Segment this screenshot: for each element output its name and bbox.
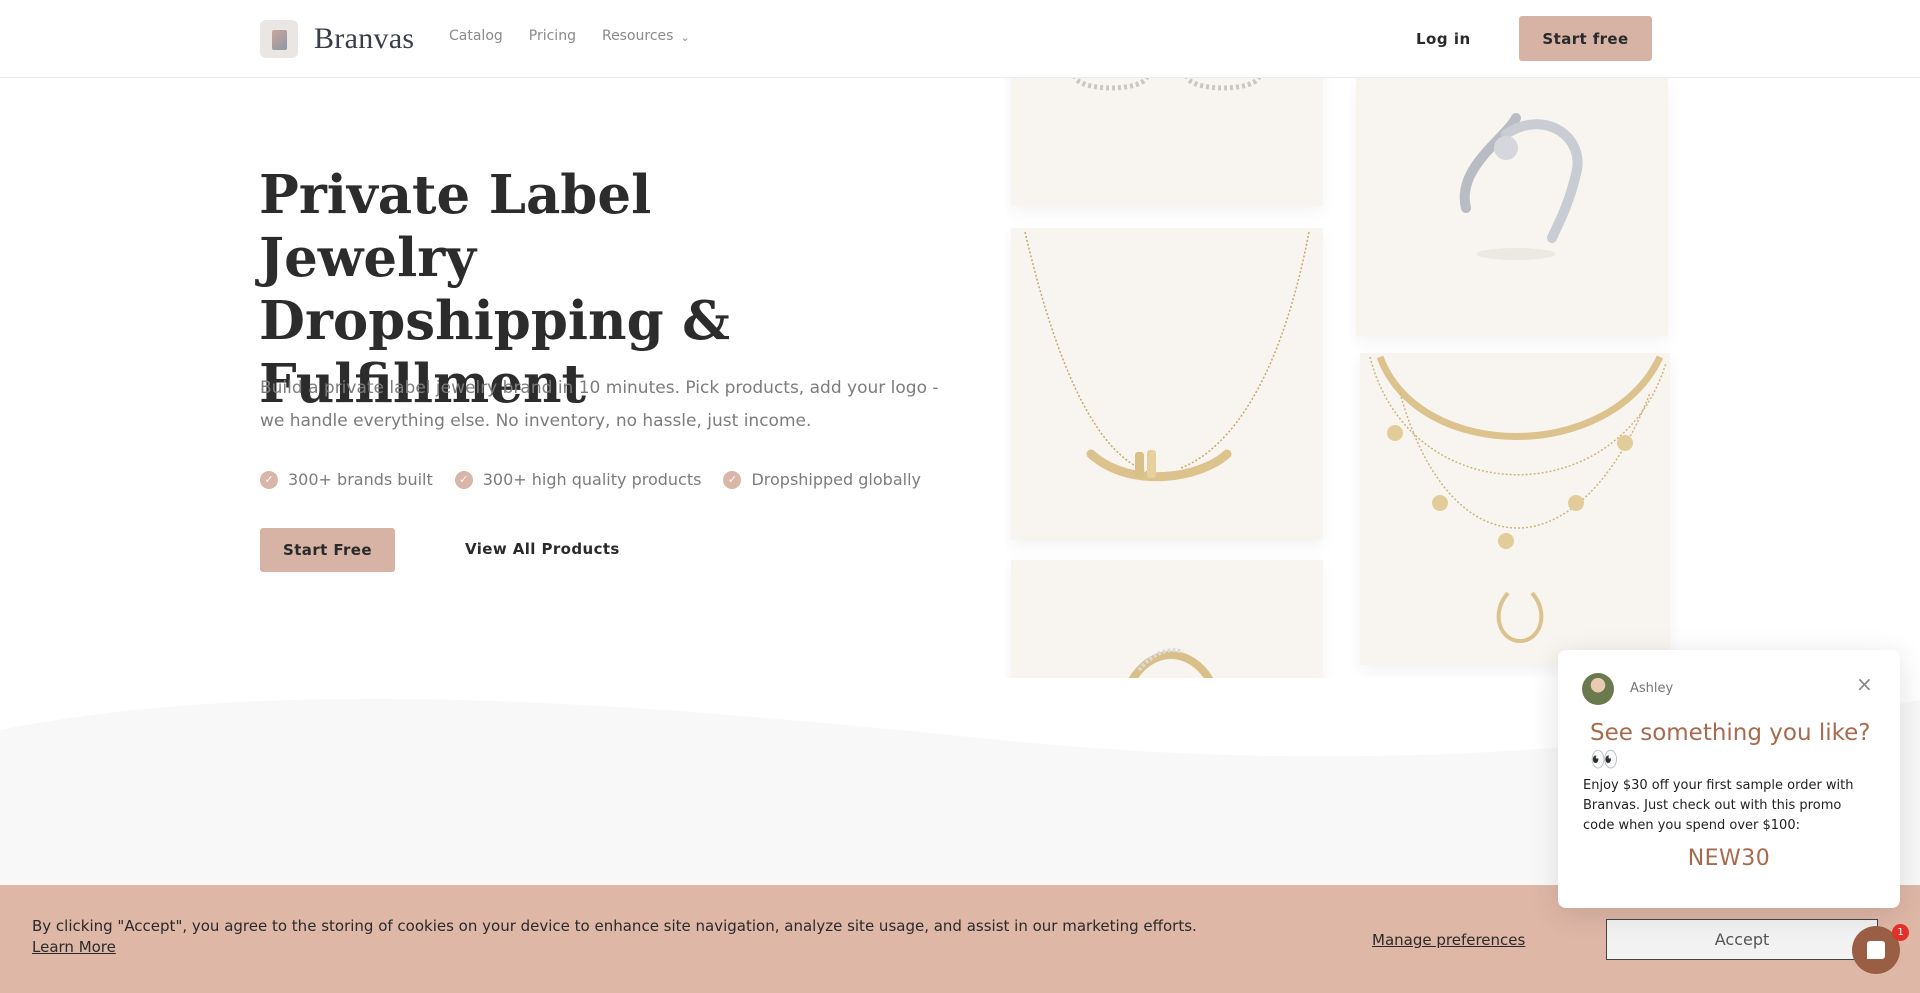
band-ring-icon	[1128, 648, 1214, 678]
cookie-text: By clicking "Accept", you agree to the s…	[32, 916, 1212, 958]
nav-pricing-label: Pricing	[528, 28, 576, 44]
nav-resources[interactable]: Resources ⌄	[602, 28, 690, 44]
product-image-necklace[interactable]	[1011, 228, 1323, 540]
site-header: Branvas Catalog Pricing Resources ⌄ Log i…	[0, 0, 1920, 78]
chat-heading: See something you like? 👀	[1590, 720, 1871, 773]
login-link[interactable]: Log in	[1416, 30, 1471, 48]
notification-badge: 1	[1892, 924, 1909, 941]
chat-bubble-icon	[1867, 941, 1885, 959]
nav-catalog[interactable]: Catalog	[449, 28, 503, 44]
check-icon: ✓	[260, 470, 278, 489]
hero-subtitle: Build a private label jewelry brand in 1…	[260, 378, 939, 431]
knot-ring-icon	[1459, 113, 1583, 260]
brand-logo[interactable]: Branvas	[260, 20, 414, 58]
brand-name: Branvas	[314, 22, 415, 55]
chat-promo-popup: Ashley × See something you like? 👀 Enjoy…	[1558, 650, 1900, 908]
layered-necklace-icon	[1369, 355, 1667, 644]
logo-icon	[260, 20, 298, 58]
nav-pricing[interactable]: Pricing	[529, 28, 576, 44]
bullet-brands: ✓ 300+ brands built	[260, 470, 433, 489]
start-free-button[interactable]: Start Free	[260, 528, 395, 572]
start-free-header-button[interactable]: Start free	[1519, 16, 1652, 61]
rings-pair-icon	[1072, 78, 1262, 91]
check-icon: ✓	[454, 470, 473, 489]
product-column-left	[1005, 78, 1335, 678]
bullet-label: 300+ high quality products	[482, 470, 702, 489]
product-image-knot-ring[interactable]	[1356, 78, 1668, 336]
nav-resources-label: Resources	[601, 28, 674, 44]
view-all-products-link[interactable]: View All Products	[465, 540, 620, 558]
necklace-icon	[1024, 231, 1310, 482]
main-nav: Catalog Pricing Resources ⌄	[449, 28, 716, 44]
hero-bullets: ✓ 300+ brands built ✓ 300+ high quality pr…	[260, 470, 943, 489]
product-column-right	[1350, 78, 1680, 678]
close-icon[interactable]: ×	[1856, 672, 1873, 696]
bullet-global: ✓ Dropshipped globally	[723, 470, 921, 489]
product-image-layered-necklace[interactable]	[1360, 353, 1670, 665]
nav-catalog-label: Catalog	[449, 28, 503, 44]
learn-more-link[interactable]: Learn More	[32, 938, 116, 956]
promo-code: NEW30	[1687, 846, 1771, 871]
bullet-label: 300+ brands built	[288, 470, 433, 489]
bullet-products: ✓ 300+ high quality products	[454, 470, 702, 489]
check-icon: ✓	[723, 470, 742, 489]
bullet-label: Dropshipped globally	[751, 470, 921, 489]
chevron-down-icon: ⌄	[680, 30, 690, 44]
product-image-band-ring[interactable]	[1011, 560, 1323, 678]
manage-preferences-link[interactable]: Manage preferences	[1372, 931, 1525, 949]
product-image-rings[interactable]	[1011, 78, 1323, 206]
chat-body: Enjoy $30 off your first sample order wi…	[1583, 778, 1854, 833]
chat-agent-name: Ashley	[1630, 681, 1674, 696]
avatar	[1582, 673, 1614, 705]
accept-button[interactable]: Accept	[1606, 919, 1878, 960]
cookie-message: By clicking "Accept", you agree to the s…	[32, 917, 1197, 935]
